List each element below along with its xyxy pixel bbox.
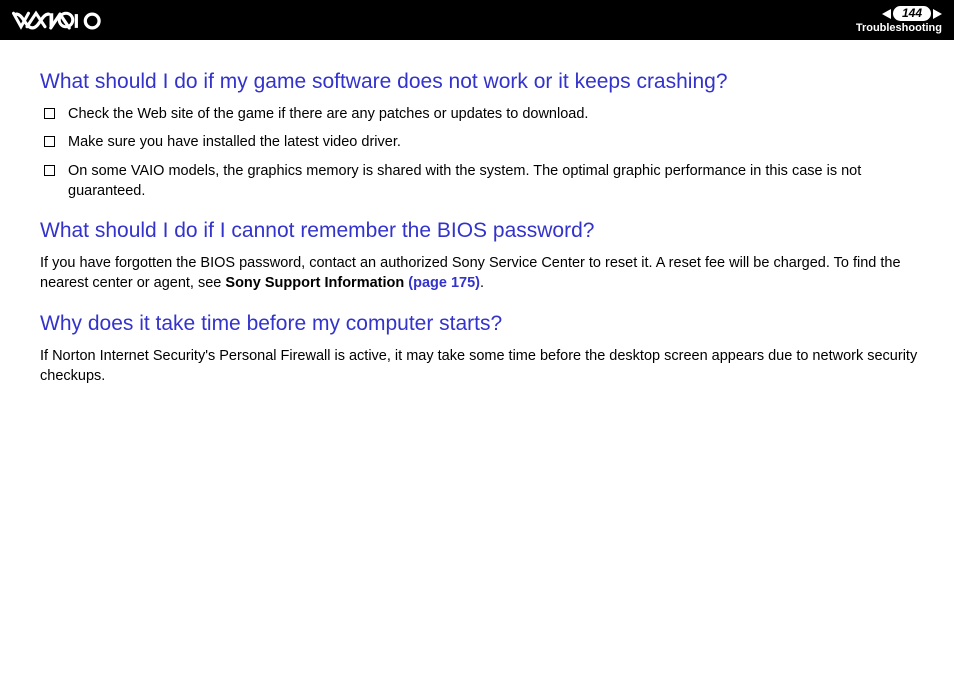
page-nav: 144 xyxy=(882,6,942,21)
page-number: 144 xyxy=(893,6,931,21)
heading-bios-password: What should I do if I cannot remember th… xyxy=(40,219,924,243)
heading-startup-time: Why does it take time before my computer… xyxy=(40,312,924,336)
page-link[interactable]: (page 175) xyxy=(408,275,480,291)
nav-next-icon[interactable] xyxy=(933,9,942,19)
nav-prev-icon[interactable] xyxy=(882,9,891,19)
list-item: Make sure you have installed the latest … xyxy=(68,132,924,152)
bullet-list-game: Check the Web site of the game if there … xyxy=(40,104,924,201)
page-header: 144 Troubleshooting xyxy=(0,0,954,40)
vaio-logo-glyph xyxy=(14,9,106,33)
page-content: What should I do if my game software doe… xyxy=(0,40,954,386)
header-right: 144 Troubleshooting xyxy=(856,6,942,34)
para-suffix: . xyxy=(480,275,484,291)
para-bold: Sony Support Information xyxy=(225,275,408,291)
list-item: On some VAIO models, the graphics memory… xyxy=(68,161,924,202)
list-item: Check the Web site of the game if there … xyxy=(68,104,924,124)
section-title: Troubleshooting xyxy=(856,22,942,34)
para-bios: If you have forgotten the BIOS password,… xyxy=(40,253,924,294)
heading-game-crash: What should I do if my game software doe… xyxy=(40,70,924,94)
para-startup: If Norton Internet Security's Personal F… xyxy=(40,346,924,387)
